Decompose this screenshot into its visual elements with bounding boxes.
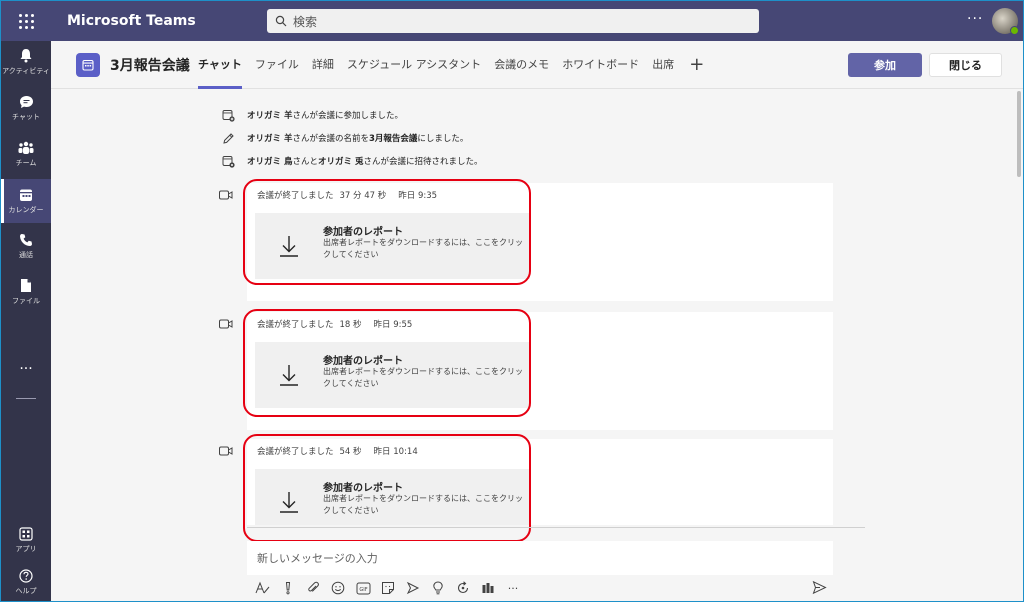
rail-label: チーム	[15, 158, 37, 167]
format-icon	[255, 581, 270, 594]
important-button[interactable]	[279, 579, 297, 597]
system-event: オリガミ 鳥 さんと オリガミ 兎 さんが会議に招待されました。	[221, 153, 482, 169]
rail-item-teams[interactable]: チーム	[1, 133, 51, 175]
rail-label: ヘルプ	[15, 586, 37, 595]
emoji-icon	[331, 581, 345, 595]
calendar-join-icon	[221, 108, 235, 122]
close-button[interactable]: 閉じる	[929, 53, 1002, 77]
search-icon	[275, 15, 287, 27]
scrollbar-thumb[interactable]	[1017, 91, 1021, 177]
video-camera-icon	[219, 319, 233, 329]
praise-button[interactable]	[429, 579, 447, 597]
message-input[interactable]: 新しいメッセージの入力	[247, 541, 833, 575]
compose-divider	[247, 527, 865, 528]
rail-label: ファイル	[12, 297, 40, 305]
calendar-invite-icon	[221, 154, 235, 168]
loop-button[interactable]	[454, 579, 472, 597]
presence-indicator	[1010, 26, 1019, 35]
gif-button[interactable]: GIF	[354, 579, 372, 597]
tab-bar: チャット ファイル 詳細 スケジュール アシスタント 会議のメモ ホワイトボード…	[198, 41, 704, 89]
rail-item-chat[interactable]: チャット	[1, 87, 51, 129]
meet-now-button[interactable]	[404, 579, 422, 597]
tab-meeting-notes[interactable]: 会議のメモ	[494, 41, 549, 89]
rail-item-files[interactable]: ファイル	[1, 271, 51, 313]
rail-item-activity[interactable]: アクティビティ	[1, 41, 51, 83]
system-event: オリガミ 羊 さんが会議の名前を 3月報告会議 にしました。	[221, 130, 468, 146]
tab-whiteboard[interactable]: ホワイトボード	[562, 41, 639, 89]
compose-toolbar: GIF ···	[254, 579, 834, 597]
rail-label: アプリ	[15, 544, 37, 553]
tab-details[interactable]: 詳細	[312, 41, 334, 89]
app-launcher-button[interactable]	[1, 1, 51, 41]
highlight-annotation	[243, 309, 531, 417]
highlight-annotation	[243, 179, 531, 285]
more-options-button[interactable]: ···	[967, 11, 983, 27]
file-icon	[21, 279, 31, 292]
pencil-icon	[221, 131, 235, 145]
search-input[interactable]: 検索	[267, 9, 759, 33]
app-rail: アクティビティ チャット チーム カレンダー 通話 ファイル ··· アプリ ヘ…	[1, 41, 51, 601]
format-button[interactable]	[254, 579, 272, 597]
emoji-button[interactable]	[329, 579, 347, 597]
tab-scheduling-assistant[interactable]: スケジュール アシスタント	[347, 41, 481, 89]
send-icon[interactable]	[812, 580, 827, 595]
meeting-header: 3月報告会議 チャット ファイル 詳細 スケジュール アシスタント 会議のメモ …	[51, 41, 1023, 89]
attach-button[interactable]	[304, 579, 322, 597]
system-event: オリガミ 羊 さんが会議に参加しました。	[221, 107, 403, 123]
waffle-icon	[18, 13, 34, 29]
rail-label: カレンダー	[8, 205, 44, 214]
phone-icon	[20, 233, 32, 246]
join-button[interactable]: 参加	[848, 53, 922, 77]
rail-item-calendar[interactable]: カレンダー	[1, 179, 51, 223]
rail-item-apps[interactable]: アプリ	[1, 519, 51, 561]
sticker-button[interactable]	[379, 579, 397, 597]
sticker-icon	[382, 582, 394, 594]
svg-text:GIF: GIF	[359, 586, 367, 592]
apps-icon	[19, 526, 33, 541]
highlight-annotation	[243, 434, 531, 542]
calendar-icon	[20, 189, 32, 201]
help-icon	[19, 568, 33, 583]
forms-app-icon	[482, 583, 494, 593]
more-compose-options-button[interactable]: ···	[504, 579, 522, 597]
app-title: Microsoft Teams	[67, 13, 196, 29]
video-camera-icon	[219, 446, 233, 456]
rail-label: チャット	[12, 112, 40, 121]
rail-label: アクティビティ	[2, 67, 50, 75]
add-tab-button[interactable]: +	[689, 41, 704, 89]
chat-icon	[19, 95, 33, 108]
tab-files[interactable]: ファイル	[255, 41, 299, 89]
lightbulb-icon	[433, 581, 443, 595]
loop-icon	[457, 581, 469, 594]
gif-icon: GIF	[356, 582, 370, 594]
paperclip-icon	[308, 581, 319, 592]
meet-now-icon	[406, 581, 420, 595]
rail-divider	[16, 398, 36, 399]
rail-item-calls[interactable]: 通話	[1, 225, 51, 267]
search-placeholder: 検索	[293, 14, 318, 29]
meeting-calendar-icon	[76, 53, 100, 77]
tab-chat[interactable]: チャット	[198, 41, 242, 89]
page-title: 3月報告会議	[110, 58, 190, 74]
rail-item-help[interactable]: ヘルプ	[1, 563, 51, 601]
tab-attendance[interactable]: 出席	[652, 41, 674, 89]
teams-icon	[18, 141, 34, 154]
video-camera-icon	[219, 190, 233, 200]
exclamation-icon	[285, 582, 291, 595]
forms-button[interactable]	[479, 579, 497, 597]
more-apps-button[interactable]: ···	[1, 361, 51, 377]
bell-icon	[20, 49, 32, 63]
rail-label: 通話	[19, 250, 33, 259]
